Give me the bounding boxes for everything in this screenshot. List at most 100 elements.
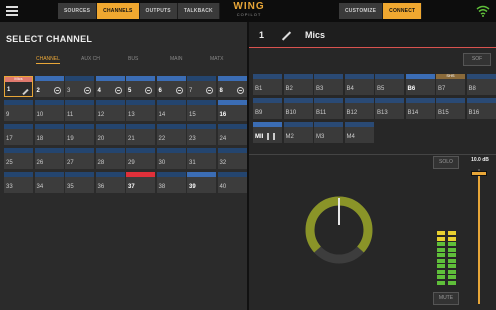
bus-send-tile[interactable]: B4 [344, 74, 374, 95]
bus-send-tile[interactable]: B9 [253, 98, 282, 119]
channel-tile[interactable]: 11 [65, 100, 94, 121]
channel-tile[interactable]: 37 [126, 172, 155, 193]
channel-tile[interactable]: 20 [95, 124, 125, 145]
bus-send-tile[interactable]: B3 [314, 74, 343, 95]
channel-tile[interactable]: 12 [95, 100, 125, 121]
channel-number: 28 [97, 160, 105, 166]
channel-tile[interactable]: 14 [156, 100, 186, 121]
sof-button[interactable]: SOF [463, 53, 491, 66]
mic-icon [53, 87, 61, 94]
tab-channel[interactable]: CHANNEL [36, 56, 60, 64]
bus-send-tile[interactable]: B2 [283, 74, 313, 95]
channel-color-strip [65, 100, 94, 105]
bus-send-tile[interactable]: B11 [314, 98, 343, 119]
channel-tile[interactable]: 15 [187, 100, 216, 121]
channel-tile[interactable]: 36 [95, 172, 125, 193]
tab-bus[interactable]: BUS [128, 56, 138, 62]
bus-send-tile[interactable]: M4 [344, 122, 374, 143]
bus-send-tile[interactable]: B14 [405, 98, 435, 119]
tab-channels[interactable]: CHANNELS [97, 3, 140, 19]
channel-tile[interactable]: 40 [217, 172, 247, 193]
channel-tile[interactable]: 23 [187, 124, 216, 145]
tab-aux-ch[interactable]: AUX CH [81, 56, 100, 62]
level-meter [437, 194, 459, 286]
channel-tile[interactable]: 39 [187, 172, 216, 193]
bus-color-strip [314, 98, 343, 103]
tab-customize[interactable]: CUSTOMIZE [339, 3, 384, 19]
bus-send-tile[interactable]: B5 [375, 74, 404, 95]
wing-logo: WING COPILOT [226, 1, 272, 17]
bus-send-tile[interactable]: B16 [466, 98, 496, 119]
channel-number: 35 [67, 184, 74, 190]
menu-icon[interactable] [6, 6, 18, 16]
channel-color-strip [34, 124, 64, 129]
channel-tile[interactable]: 30 [156, 148, 186, 169]
bus-send-tile[interactable]: MII [253, 122, 282, 143]
channel-color-strip [217, 100, 247, 105]
channel-tile[interactable]: 5 [126, 76, 155, 97]
bus-send-tile[interactable]: B8 [466, 74, 496, 95]
channel-tile[interactable]: 8 [217, 76, 247, 97]
tab-sources[interactable]: SOURCES [58, 3, 98, 19]
tab-outputs[interactable]: OUTPUTS [139, 3, 178, 19]
fader-handle[interactable] [471, 171, 487, 177]
channel-tile[interactable]: 34 [34, 172, 64, 193]
channel-name: Mics [305, 30, 326, 40]
channel-tile[interactable]: 4 [95, 76, 125, 97]
meter-right-segment [448, 253, 456, 257]
channel-tile[interactable]: 27 [65, 148, 94, 169]
channel-tile[interactable]: 22 [156, 124, 186, 145]
channel-number: 22 [158, 136, 166, 142]
channel-tile[interactable]: 3 [65, 76, 94, 97]
channel-tile[interactable]: Mics 1 [4, 76, 33, 97]
channel-tile[interactable]: 19 [65, 124, 94, 145]
bus-send-tile[interactable]: M3 [314, 122, 343, 143]
channel-tile[interactable]: 24 [217, 124, 247, 145]
bus-color-strip [405, 98, 435, 103]
bus-send-tile[interactable]: B6 [405, 74, 435, 95]
edit-pencil-icon[interactable] [281, 31, 292, 41]
meter-left-segment [437, 280, 445, 285]
channel-tile[interactable]: 13 [126, 100, 155, 121]
channel-tile[interactable]: 7 [187, 76, 216, 97]
channel-tile[interactable]: 26 [34, 148, 64, 169]
tab-talkback[interactable]: TALKBACK [177, 3, 220, 19]
bus-color-strip [344, 122, 374, 127]
channel-tile[interactable]: 33 [4, 172, 33, 193]
bus-color-strip [253, 122, 282, 127]
channel-tile[interactable]: 6 [156, 76, 186, 97]
mute-button[interactable]: MUTE [433, 292, 459, 305]
channel-tile[interactable]: 21 [126, 124, 155, 145]
channel-color-strip [217, 148, 247, 153]
channel-tile[interactable]: 9 [4, 100, 33, 121]
channel-tile[interactable]: 38 [156, 172, 186, 193]
channel-color-strip [34, 76, 64, 81]
bus-send-tile[interactable]: B10 [283, 98, 313, 119]
channel-tile[interactable]: 29 [126, 148, 155, 169]
pan-knob[interactable] [304, 195, 374, 265]
fader[interactable]: 10.0 dB [465, 157, 493, 307]
main-tabs: SOURCES CHANNELS OUTPUTS TALKBACK [58, 3, 220, 19]
tab-connect[interactable]: CONNECT [383, 3, 423, 19]
bus-send-tile[interactable]: SHS B7 [436, 73, 465, 95]
channel-tile[interactable]: 28 [95, 148, 125, 169]
channel-number: 13 [128, 112, 135, 118]
tab-main[interactable]: MAIN [170, 56, 183, 62]
bus-send-tile[interactable]: B12 [344, 98, 374, 119]
channel-tile[interactable]: 17 [4, 124, 33, 145]
bus-send-tile[interactable]: B1 [253, 74, 282, 95]
channel-tile[interactable]: 10 [34, 100, 64, 121]
channel-tile[interactable]: 16 [217, 100, 247, 121]
meter-left-segment [437, 236, 445, 241]
channel-tile[interactable]: 32 [217, 148, 247, 169]
channel-tile[interactable]: 35 [65, 172, 94, 193]
bus-send-tile[interactable]: B15 [436, 98, 465, 119]
channel-tile[interactable]: 31 [187, 148, 216, 169]
tab-matx[interactable]: MATX [210, 56, 224, 62]
bus-send-tile[interactable]: B13 [375, 98, 404, 119]
channel-tile[interactable]: 2 [34, 76, 64, 97]
channel-tile[interactable]: 18 [34, 124, 64, 145]
channel-tile[interactable]: 25 [4, 148, 33, 169]
solo-button[interactable]: SOLO [433, 156, 459, 169]
bus-send-tile[interactable]: M2 [283, 122, 313, 143]
